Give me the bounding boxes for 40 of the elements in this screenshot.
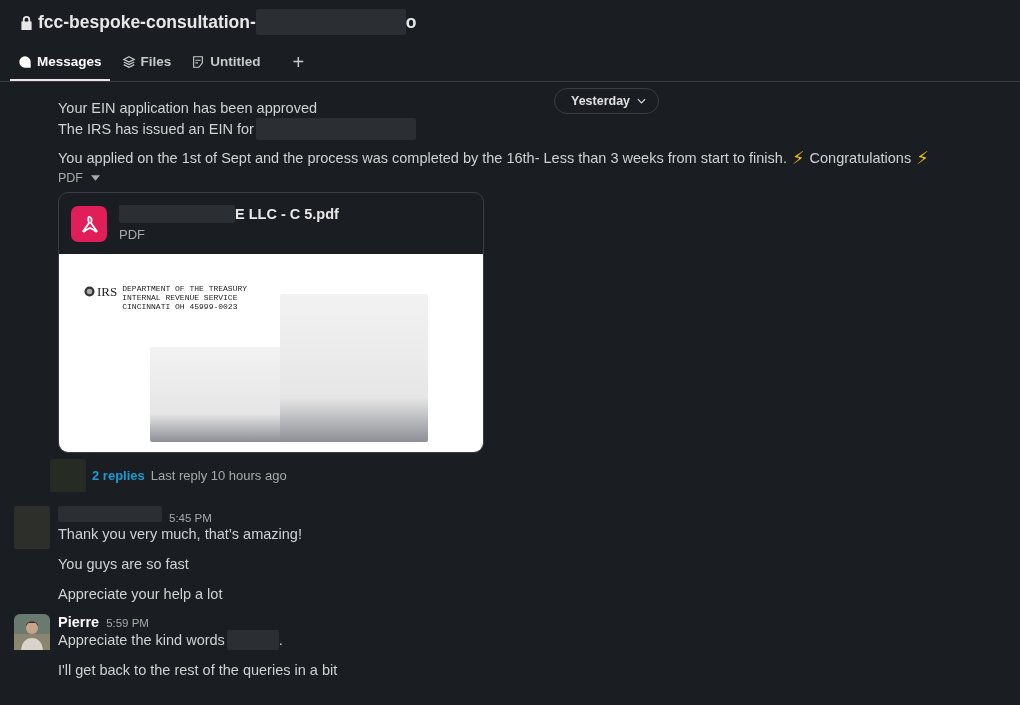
message-text: You guys are so fast [58,555,190,574]
message-text: Appreciate the kind words [58,631,225,650]
avatar [14,614,50,650]
date-divider-button[interactable]: Yesterday [554,88,660,114]
chevron-icon [637,98,647,104]
address-line: INTERNAL REVENUE SERVICE [122,293,239,302]
agency-logo-text: IRS [97,284,118,300]
message-bubble-icon [18,54,32,69]
caret-icon [91,175,100,181]
message-text: Thank you very much, that’s amazing! [58,525,302,544]
file-type: PDF [119,227,146,242]
message-text: I'll get back to the rest of the queries in a bit [58,661,338,680]
channel-title-end: o [405,11,417,33]
timestamp[interactable]: 5:59 PM [106,617,149,629]
layers-icon [121,54,136,69]
tab[interactable]: Messages [10,44,110,81]
attachment-toggle[interactable]: PDF [58,171,100,185]
add-tab-button[interactable]: + [286,50,311,75]
file-card[interactable]: E LLC - C 5.pdf PDF IRS DEPARTMENT OF THE TREASURY INTERNAL REVENUE SERVICE CINCINNATI OH 45999-0023 [58,192,484,453]
replies-link[interactable]: 2 replies [92,468,145,483]
author-name[interactable]: Pierre [58,614,100,630]
address-line: CINCINNATI OH 45999-0023 [122,302,239,311]
tab[interactable]: Untitled [183,44,269,81]
message-text: Congratulations [809,148,912,168]
file-name[interactable]: E LLC - C 5.pdf [235,206,339,222]
message-text: Appreciate your help a lot [58,585,224,604]
message-text: Your EIN application has been approved [58,99,318,118]
address-line: DEPARTMENT OF THE TREASURY [122,284,248,293]
lightning-emoji: ⚡ [916,147,929,168]
channel-title: fcc-bespoke-consultation- [38,11,256,33]
message-text: The IRS has issued an EIN for [58,120,254,139]
pdf-icon [71,205,107,242]
message-text: . [278,631,283,650]
lightning-emoji: ⚡ [791,147,805,168]
note-icon [191,54,206,69]
seal-icon [84,286,95,297]
tab[interactable]: Files [113,44,180,81]
last-reply-text: Last reply 10 hours ago [150,468,287,483]
timestamp[interactable]: 5:45 PM [169,512,212,524]
message-text: You applied on the 1st of Sept and the process was completed by the 16th- Less than 3 weeks from start to finish. [58,148,787,168]
